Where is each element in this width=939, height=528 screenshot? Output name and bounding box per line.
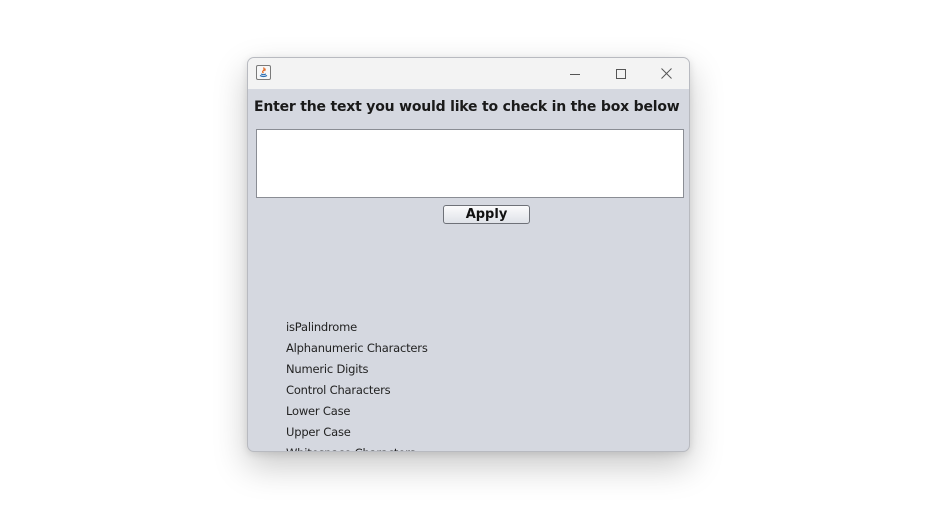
check-label-whitespace: Whitespace Characters (286, 443, 428, 451)
instruction-label: Enter the text you would like to check i… (254, 99, 680, 115)
minimize-button[interactable] (552, 58, 598, 89)
minimize-icon (570, 73, 580, 75)
maximize-button[interactable] (598, 58, 644, 89)
content-panel: Enter the text you would like to check i… (248, 89, 689, 451)
close-icon (660, 68, 672, 79)
app-window: Enter the text you would like to check i… (247, 57, 690, 452)
check-label-upper-case: Upper Case (286, 425, 351, 439)
check-label-numeric-digits: Numeric Digits (286, 362, 369, 376)
title-bar[interactable] (248, 58, 689, 89)
desktop: Enter the text you would like to check i… (0, 0, 939, 528)
maximize-icon (616, 68, 626, 79)
java-app-icon[interactable] (256, 65, 271, 80)
text-input-area[interactable] (256, 129, 684, 198)
check-results-list: isPalindrome Alphanumeric Characters Num… (286, 317, 428, 451)
check-label-alphanumeric: Alphanumeric Characters (286, 341, 428, 355)
close-button[interactable] (643, 58, 689, 89)
apply-button[interactable]: Apply (443, 205, 530, 224)
check-label-lower-case: Lower Case (286, 404, 351, 418)
check-label-ispalindrome: isPalindrome (286, 320, 358, 334)
check-label-control-characters: Control Characters (286, 383, 391, 397)
